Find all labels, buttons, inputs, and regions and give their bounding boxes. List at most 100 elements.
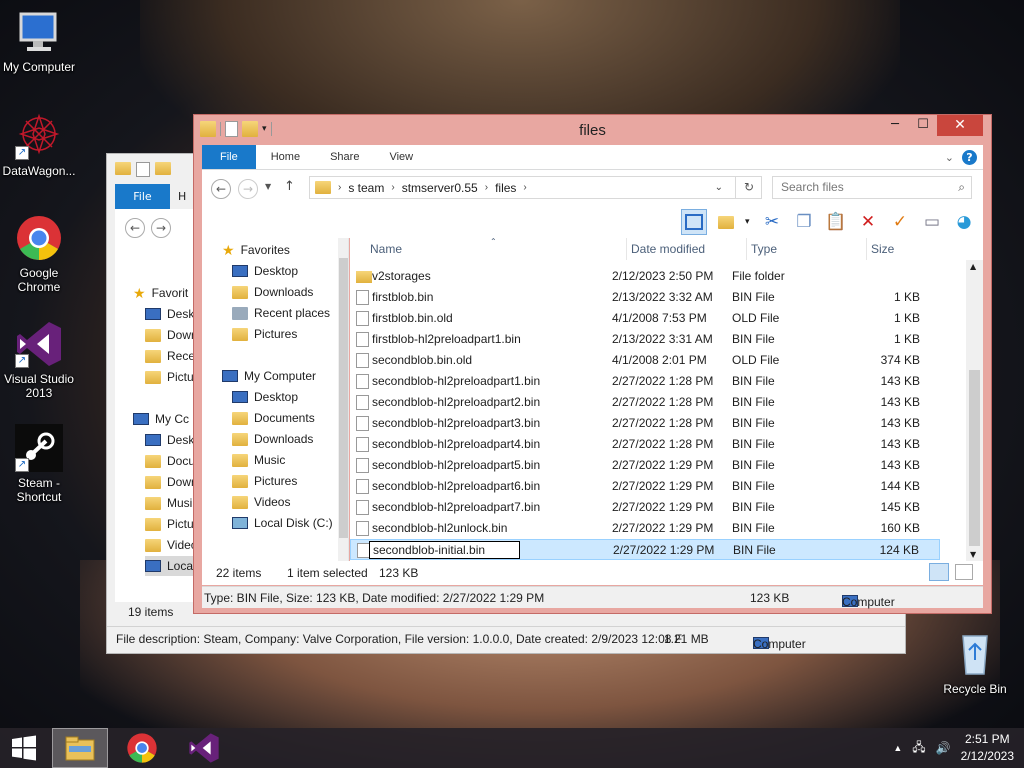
desktop-icon-steam[interactable]: ↗ Steam - Shortcut — [0, 424, 81, 504]
chevron-right-icon[interactable]: › — [523, 182, 526, 193]
rename-input[interactable]: secondblob-initial.bin — [369, 541, 520, 559]
copy-icon[interactable]: ❐ — [791, 209, 817, 235]
nav-item-music[interactable]: Music — [232, 450, 285, 470]
desktop-icon-recycle-bin[interactable]: Recycle Bin — [933, 630, 1017, 696]
address-bar[interactable]: › s team › stmserver0.55 › files › ⌄ — [309, 176, 762, 199]
back-nav-item[interactable]: Dowr — [145, 472, 195, 492]
back-nav-item[interactable]: Deskt — [145, 304, 195, 324]
forward-arrow-icon[interactable]: → — [151, 218, 171, 238]
file-row[interactable]: secondblob-initial.bin 2/27/2022 1:29 PM B… — [350, 539, 940, 560]
file-row[interactable]: firstblob.bin 2/13/2022 3:32 AM BIN File 1 … — [350, 287, 940, 308]
nav-item-documents[interactable]: Documents — [232, 408, 315, 428]
cut-icon[interactable]: ✂ — [759, 209, 785, 235]
desktop-icon-chrome[interactable]: Google Chrome — [0, 214, 81, 294]
help-icon[interactable]: ? — [962, 149, 977, 165]
file-row[interactable]: secondblob-hl2preloadpart5.bin 2/27/2022 … — [350, 455, 940, 476]
back-nav-item[interactable]: Musi — [145, 493, 192, 513]
back-nav-item[interactable]: Recer — [145, 346, 195, 366]
tab-share[interactable]: Share — [315, 145, 374, 169]
nav-item-desktop[interactable]: Desktop — [232, 261, 298, 281]
column-type[interactable]: Type — [751, 242, 777, 256]
back-nav-item[interactable]: ★ Favorit — [133, 283, 188, 303]
clock[interactable]: 2:51 PM 2/12/2023 — [961, 731, 1014, 765]
back-arrow-icon[interactable]: ← — [125, 218, 145, 238]
file-row[interactable]: secondblob-hl2preloadpart2.bin 2/27/2022 … — [350, 392, 940, 413]
folder-row[interactable]: v2storages 2/12/2023 2:50 PM File folder — [350, 266, 940, 287]
scroll-up-icon[interactable]: ▲ — [970, 262, 976, 271]
nav-item-downloads[interactable]: Downloads — [232, 282, 313, 302]
file-row[interactable]: secondblob-hl2preloadpart6.bin 2/27/2022 … — [350, 476, 940, 497]
address-dropdown-icon[interactable]: ⌄ — [715, 182, 723, 193]
file-row[interactable]: secondblob-hl2unlock.bin 2/27/2022 1:29 P… — [350, 518, 940, 539]
file-row[interactable]: secondblob-hl2preloadpart3.bin 2/27/2022 … — [350, 413, 940, 434]
explorer-window-files[interactable]: ▾ files ─ ☐ ✕ File Home Share View ⌄ ? ←… — [193, 114, 992, 614]
checkmark-icon[interactable]: ✓ — [887, 209, 913, 235]
nav-item-local-disk[interactable]: Local Disk (C:) — [232, 513, 333, 533]
minimize-button[interactable]: ─ — [881, 115, 909, 136]
scroll-down-icon[interactable]: ▼ — [970, 550, 976, 559]
back-nav-item[interactable]: Local — [145, 556, 195, 576]
nav-item-videos[interactable]: Videos — [232, 492, 290, 512]
chevron-right-icon[interactable]: › — [485, 182, 488, 193]
chevron-right-icon[interactable]: › — [338, 182, 341, 193]
titlebar[interactable]: ▾ files ─ ☐ ✕ — [194, 115, 991, 145]
file-scrollbar-thumb[interactable] — [969, 370, 980, 546]
taskbar-chrome[interactable] — [114, 728, 170, 768]
breadcrumb-item[interactable]: s team — [348, 181, 384, 195]
nav-favorites[interactable]: ★ Favorites — [222, 240, 290, 260]
back-nav-item[interactable]: Pictu — [145, 367, 194, 387]
recent-locations-icon[interactable]: ▼ — [265, 182, 271, 191]
nav-item-recent-places[interactable]: Recent places — [232, 303, 330, 323]
back-tab-file[interactable]: File — [115, 184, 170, 209]
column-date-modified[interactable]: Date modified — [631, 242, 705, 256]
properties-icon[interactable] — [136, 162, 150, 177]
expand-ribbon-icon[interactable]: ⌄ — [945, 151, 954, 164]
tab-file[interactable]: File — [202, 145, 256, 169]
nav-item-downloads[interactable]: Downloads — [232, 429, 313, 449]
back-nav-item[interactable]: My Cc — [133, 409, 189, 429]
file-row[interactable]: firstblob.bin.old 4/1/2008 7:53 PM OLD Fil… — [350, 308, 940, 329]
forward-arrow-icon[interactable]: → — [238, 179, 258, 199]
rename-icon[interactable]: ▭ — [919, 209, 945, 235]
network-icon[interactable]: 🖧 — [912, 738, 925, 759]
maximize-button[interactable]: ☐ — [909, 115, 937, 136]
file-scrollbar[interactable]: ▲ ▼ — [966, 260, 983, 561]
column-size[interactable]: Size — [871, 242, 894, 256]
show-hidden-icons-icon[interactable]: ▲ — [893, 743, 902, 753]
back-nav-item[interactable]: Dowr — [145, 325, 195, 345]
tab-home[interactable]: Home — [256, 145, 315, 169]
breadcrumb-item[interactable]: stmserver0.55 — [402, 181, 478, 195]
nav-scrollbar-thumb[interactable] — [339, 258, 348, 538]
tab-view[interactable]: View — [374, 145, 428, 169]
nav-item-pictures[interactable]: Pictures — [232, 324, 297, 344]
nav-item-desktop[interactable]: Desktop — [232, 387, 298, 407]
new-folder-icon[interactable] — [155, 162, 171, 175]
breadcrumb-item[interactable]: files — [495, 181, 516, 195]
column-name[interactable]: Name — [370, 242, 402, 256]
back-nav-item[interactable]: Docu — [145, 451, 195, 471]
close-button[interactable]: ✕ — [937, 115, 983, 136]
desktop-icon-visual-studio[interactable]: ↗ Visual Studio 2013 — [0, 320, 81, 400]
file-row[interactable]: secondblob.bin.old 4/1/2008 2:01 PM OLD Fi… — [350, 350, 940, 371]
back-nav-item[interactable]: Pictu — [145, 514, 194, 534]
desktop-icon-datawagon[interactable]: ↗ DataWagon... — [0, 112, 81, 178]
dropdown-icon[interactable]: ▾ — [745, 217, 753, 227]
nav-my-computer[interactable]: My Computer — [222, 366, 316, 386]
search-input[interactable]: Search files ⌕ — [772, 176, 972, 199]
back-arrow-icon[interactable]: ← — [211, 179, 231, 199]
taskbar-file-explorer[interactable] — [52, 728, 108, 768]
up-arrow-icon[interactable]: ↑ — [284, 179, 295, 194]
back-nav-item[interactable]: Videc — [145, 535, 195, 555]
shell-icon[interactable]: ◕ — [951, 209, 977, 235]
desktop-icon-my-computer[interactable]: My Computer — [0, 8, 81, 74]
delete-icon[interactable]: ✕ — [855, 209, 881, 235]
details-view-icon[interactable] — [929, 563, 949, 581]
refresh-button[interactable]: ↻ — [735, 176, 762, 199]
taskbar-visual-studio[interactable] — [176, 728, 232, 768]
file-row[interactable]: secondblob-hl2preloadpart1.bin 2/27/2022 … — [350, 371, 940, 392]
preview-pane-icon[interactable] — [681, 209, 707, 235]
file-row[interactable]: firstblob-hl2preloadpart1.bin 2/13/2022 3… — [350, 329, 940, 350]
back-nav-item[interactable]: Deskt — [145, 430, 195, 450]
new-folder-icon[interactable] — [713, 209, 739, 235]
start-button[interactable] — [0, 728, 48, 768]
